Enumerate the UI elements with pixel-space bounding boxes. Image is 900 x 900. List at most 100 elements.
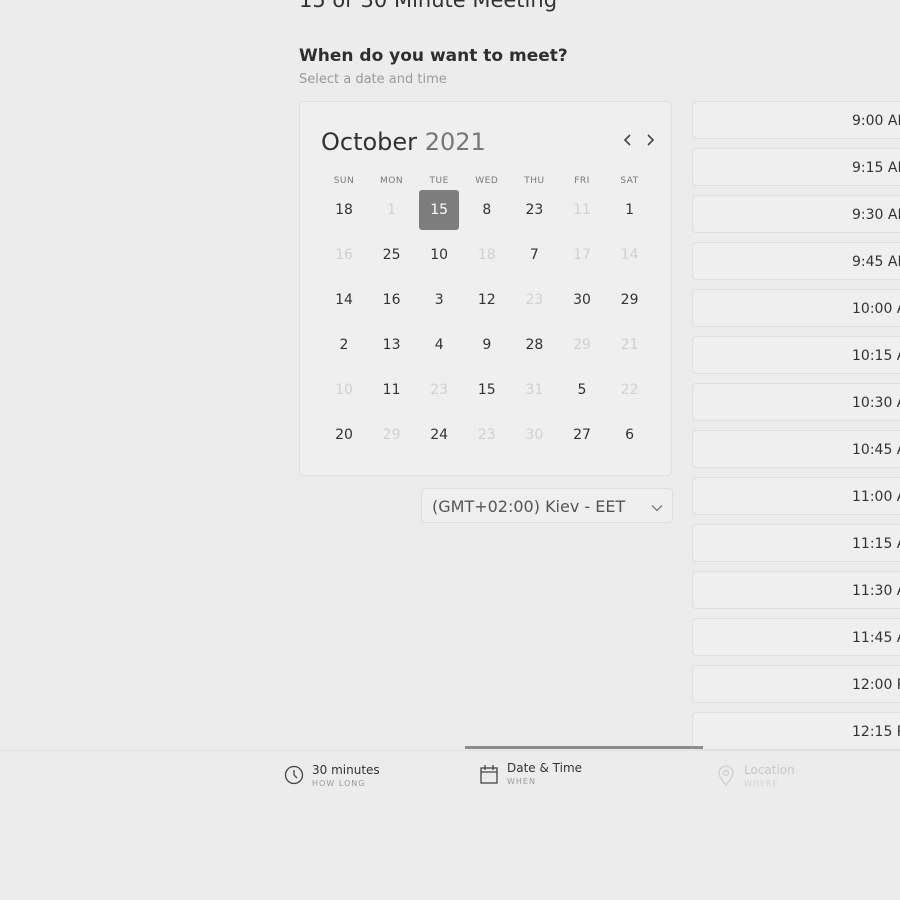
calendar-day[interactable]: 6 — [610, 415, 650, 455]
time-slot-button[interactable]: 9:15 AM — [692, 148, 900, 186]
step-progress-indicator — [465, 746, 703, 749]
weekday-label: TUE — [429, 176, 449, 186]
calendar-year: 2021 — [424, 128, 486, 156]
calendar-day: 10 — [335, 382, 353, 398]
time-slot-label: 10:00 AM — [852, 301, 900, 317]
step-duration-sub: HOW LONG — [312, 779, 366, 788]
chevron-down-icon — [650, 500, 664, 519]
calendar-day[interactable]: 5 — [562, 370, 602, 410]
calendar-day: 23 — [525, 292, 544, 308]
calendar-day: 14 — [620, 247, 639, 263]
time-slot-label: 11:45 AM — [852, 630, 900, 646]
calendar-day: 22 — [620, 382, 639, 398]
calendar-day[interactable]: 10 — [419, 235, 459, 275]
calendar-day: 31 — [525, 382, 544, 398]
weekday-label: SUN — [333, 176, 355, 186]
timezone-select[interactable]: (GMT+02:00) Kiev - EET — [421, 488, 673, 523]
calendar-day[interactable]: 15 — [467, 370, 507, 410]
calendar-day[interactable]: 12 — [467, 280, 507, 320]
weekday-label: MON — [380, 176, 404, 186]
time-slot-label: 9:30 AM — [852, 207, 900, 223]
calendar: October 2021 SUN MON TUE WED THU FRI SAT 18 1 15… — [299, 101, 672, 476]
time-slot-label: 11:30 AM — [852, 583, 900, 599]
clock-icon — [284, 765, 304, 785]
previous-month-button[interactable] — [620, 132, 636, 148]
time-slot-label: 12:15 PM — [852, 724, 900, 740]
time-slot-label: 9:45 AM — [852, 254, 900, 270]
map-pin-icon — [718, 765, 734, 786]
time-slot-button[interactable]: 9:30 AM — [692, 195, 900, 233]
calendar-day[interactable]: 9 — [467, 325, 507, 365]
calendar-day[interactable]: 25 — [372, 235, 412, 275]
weekday-label: THU — [524, 176, 545, 186]
calendar-day[interactable]: 1 — [610, 190, 650, 230]
step-datetime-label: Date & Time — [507, 761, 583, 775]
calendar-day[interactable]: 24 — [419, 415, 459, 455]
weekday-label: FRI — [574, 176, 590, 186]
calendar-day[interactable]: 8 — [467, 190, 507, 230]
time-slot-button[interactable]: 10:15 AM — [692, 336, 900, 374]
footer-divider — [0, 750, 900, 751]
time-slot-button[interactable]: 9:45 AM — [692, 242, 900, 280]
step-location-sub: WHERE — [744, 779, 779, 788]
calendar-day[interactable]: 29 — [610, 280, 650, 320]
weekday-label: SAT — [620, 176, 639, 186]
time-slot-label: 12:00 PM — [852, 677, 900, 693]
calendar-day[interactable]: 30 — [562, 280, 602, 320]
calendar-month: October — [321, 128, 418, 156]
calendar-day[interactable]: 14 — [324, 280, 364, 320]
time-slot-button[interactable]: 12:15 PM — [692, 712, 900, 750]
chevron-left-icon — [623, 134, 631, 146]
calendar-day: 23 — [477, 427, 496, 443]
time-slot-button[interactable]: 10:30 AM — [692, 383, 900, 421]
time-slot-button[interactable]: 11:30 AM — [692, 571, 900, 609]
calendar-day: 30 — [525, 427, 544, 443]
time-slot-button[interactable]: 11:00 AM — [692, 477, 900, 515]
calendar-day[interactable]: 20 — [324, 415, 364, 455]
calendar-day[interactable]: 3 — [419, 280, 459, 320]
section-subheading: Select a date and time — [299, 72, 447, 87]
next-month-button[interactable] — [642, 132, 658, 148]
calendar-day: 11 — [573, 202, 591, 218]
calendar-day[interactable]: 11 — [372, 370, 412, 410]
calendar-day: 21 — [620, 337, 639, 353]
calendar-icon — [480, 765, 498, 784]
calendar-day[interactable]: 13 — [372, 325, 412, 365]
calendar-day[interactable]: 4 — [419, 325, 459, 365]
calendar-day[interactable]: 27 — [562, 415, 602, 455]
calendar-day-selected[interactable]: 15 — [419, 190, 460, 230]
step-duration-label: 30 minutes — [312, 763, 380, 777]
calendar-day[interactable]: 16 — [372, 280, 412, 320]
calendar-day[interactable]: 28 — [514, 325, 554, 365]
calendar-day[interactable]: 18 — [324, 190, 364, 230]
step-datetime-sub: WHEN — [507, 777, 536, 786]
time-slot-label: 10:45 AM — [852, 442, 900, 458]
calendar-header: October 2021 — [321, 128, 486, 156]
calendar-day[interactable]: 2 — [324, 325, 364, 365]
time-slot-label: 10:15 AM — [852, 348, 900, 364]
weekday-label: WED — [475, 176, 499, 186]
time-slot-button[interactable]: 12:00 PM — [692, 665, 900, 703]
time-slot-button[interactable]: 10:45 AM — [692, 430, 900, 468]
chevron-right-icon — [647, 134, 655, 146]
time-slot-label: 10:30 AM — [852, 395, 900, 411]
calendar-day: 23 — [430, 382, 449, 398]
time-slot-button[interactable]: 9:00 AM — [692, 101, 900, 139]
calendar-day[interactable]: 23 — [514, 190, 554, 230]
calendar-day: 29 — [382, 427, 401, 443]
time-slot-button[interactable]: 10:00 AM — [692, 289, 900, 327]
step-location-label: Location — [744, 763, 795, 777]
calendar-day: 1 — [387, 202, 397, 218]
calendar-day: 17 — [573, 247, 591, 263]
calendar-day: 18 — [477, 247, 496, 263]
time-slot-label: 11:15 AM — [852, 536, 900, 552]
time-slot-label: 9:15 AM — [852, 160, 900, 176]
time-slot-label: 11:00 AM — [852, 489, 900, 505]
calendar-day: 29 — [573, 337, 591, 353]
time-slot-button[interactable]: 11:15 AM — [692, 524, 900, 562]
time-slot-button[interactable]: 11:45 AM — [692, 618, 900, 656]
calendar-day: 16 — [335, 247, 353, 263]
section-heading: When do you want to meet? — [299, 46, 568, 66]
calendar-day[interactable]: 7 — [514, 235, 554, 275]
time-slot-label: 9:00 AM — [852, 113, 900, 129]
